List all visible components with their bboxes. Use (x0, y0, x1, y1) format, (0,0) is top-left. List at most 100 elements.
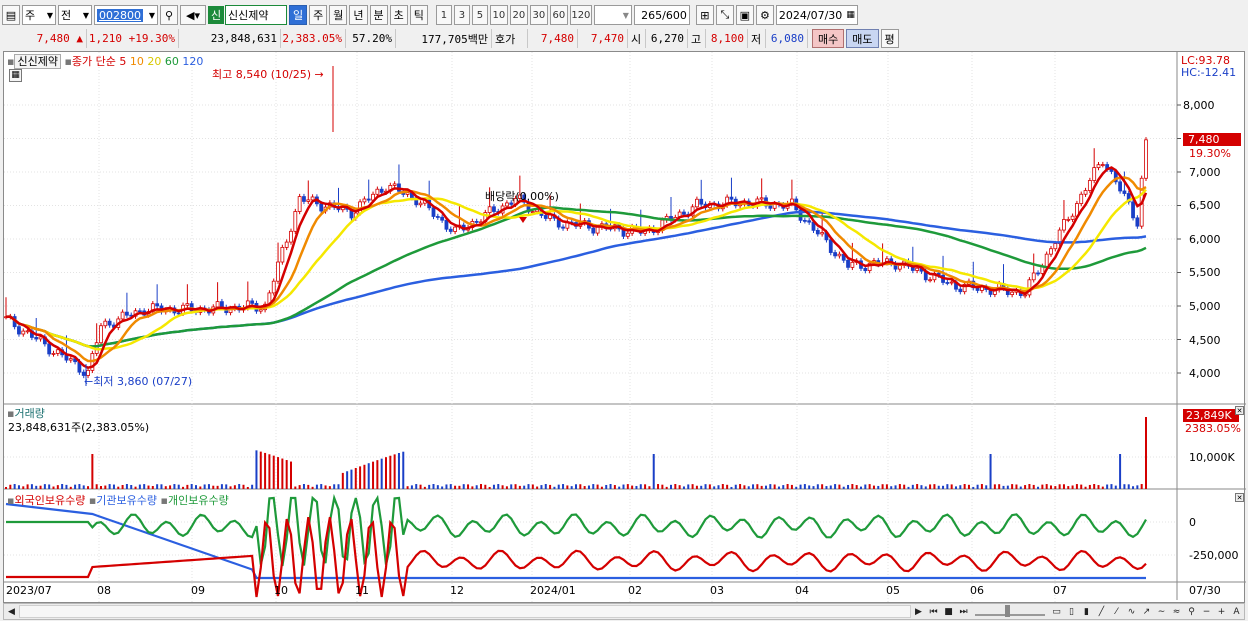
eval-button[interactable]: 평 (880, 29, 899, 48)
candle (1100, 164, 1105, 166)
interval-1[interactable]: 1 (435, 5, 452, 25)
horizontal-scrollbar[interactable]: ◀ ▶ ⏮ ■ ⏭ ▭ ▯ ▮ ╱ ⁄ ∿ ↗ ∼ ≈ ⚲ − + A (3, 603, 1245, 620)
date-input[interactable]: 2024/07/30 ▦ (775, 5, 858, 25)
ma120-line (5, 210, 1147, 348)
scroll-right-icon[interactable]: ▶ (911, 604, 926, 619)
period-year[interactable]: 년 (349, 5, 368, 25)
line-icon[interactable]: ≈ (1169, 604, 1184, 619)
line-icon[interactable]: ↗ (1139, 604, 1154, 619)
sell-button[interactable]: 매도 (846, 29, 879, 48)
volume-bar (108, 484, 111, 489)
volume-detail: 23,848,631주(2,383.05%) (8, 421, 150, 434)
candle (306, 199, 311, 202)
interval-3[interactable]: 3 (453, 5, 470, 25)
zoom-slider-thumb[interactable] (1005, 605, 1010, 617)
interval-120[interactable]: 120 (569, 5, 592, 25)
volume-bar (834, 484, 837, 489)
volume-bar (1132, 486, 1135, 489)
interval-60[interactable]: 60 (549, 5, 568, 25)
interval-20[interactable]: 20 (509, 5, 528, 25)
layout-icon[interactable]: ▤ (2, 5, 20, 25)
period-day[interactable]: 일 (289, 5, 308, 25)
stop-icon[interactable]: ■ (941, 604, 956, 619)
front-select[interactable]: 전 ▼ (58, 5, 92, 25)
search-icon[interactable]: ⚲ (160, 5, 178, 25)
interval-30[interactable]: 30 (529, 5, 548, 25)
volume-bar (501, 485, 504, 489)
table-icon[interactable]: ▦ (9, 69, 22, 82)
candle (1131, 201, 1135, 219)
volume-bar (855, 485, 858, 489)
volume-bar (847, 484, 850, 489)
line-icon[interactable]: ⁄ (1109, 604, 1124, 619)
minus-icon[interactable]: − (1199, 604, 1214, 619)
rewind-icon[interactable]: ⏮ (926, 604, 941, 619)
interval-custom-select[interactable]: ▼ (593, 5, 632, 25)
interval-10[interactable]: 10 (489, 5, 508, 25)
volume-tick: 10,000K (1189, 451, 1235, 464)
period-minute[interactable]: 분 (369, 5, 388, 25)
high-label: 고 (688, 29, 706, 48)
volume-bar (151, 486, 154, 489)
chevron-down-icon: ▼ (622, 10, 629, 20)
chart-canvas[interactable] (4, 52, 1246, 604)
interval-5[interactable]: 5 (471, 5, 488, 25)
volume-bar (346, 471, 349, 489)
close-panel-icon[interactable]: ✕ (1235, 493, 1244, 502)
chart-area[interactable]: ▪ 신신제약 ▪종가 단순 5 10 20 60 120 ▦ 최고 8,540 (… (3, 51, 1246, 604)
tools-icon[interactable]: ⊞ (695, 5, 714, 25)
gear-icon[interactable]: ⚙ (755, 5, 774, 25)
draw-icon[interactable]: ⤡ (715, 5, 734, 25)
candle (530, 211, 535, 214)
candle (1010, 291, 1015, 296)
volume-bar (769, 484, 772, 489)
shape-icon[interactable]: ▯ (1064, 604, 1079, 619)
volume-bar (665, 486, 668, 489)
candle (759, 197, 764, 200)
candle (682, 211, 686, 215)
zoom-slider[interactable] (975, 605, 1045, 617)
type-select[interactable]: 주 ▼ (22, 5, 56, 25)
legend-institution: 기관보유수량 (96, 494, 158, 507)
period-second[interactable]: 초 (389, 5, 408, 25)
save-icon[interactable]: ▣ (735, 5, 754, 25)
volume-bar (898, 484, 901, 489)
volume-bar (238, 484, 241, 489)
close-panel-icon[interactable]: ✕ (1235, 406, 1244, 415)
candle (17, 326, 21, 335)
candle (392, 183, 397, 186)
volume-bar (1140, 484, 1143, 489)
buy-button[interactable]: 매수 (812, 29, 845, 48)
shape-icon[interactable]: ▮ (1079, 604, 1094, 619)
candle (699, 198, 704, 205)
font-icon[interactable]: A (1229, 604, 1244, 619)
forward-icon[interactable]: ⏭ (956, 604, 971, 619)
period-week[interactable]: 주 (309, 5, 328, 25)
code-input[interactable]: 002800 ▼ (94, 5, 158, 25)
line-icon[interactable]: ∿ (1124, 604, 1139, 619)
volume-bar (1032, 484, 1035, 489)
count-input[interactable]: 265/600 (633, 5, 690, 25)
volume-bar (311, 486, 314, 489)
volume-bar (233, 485, 236, 489)
line-icon[interactable]: ╱ (1094, 604, 1109, 619)
scroll-track[interactable] (19, 605, 911, 618)
legend-individual: 개인보유수량 (167, 494, 229, 507)
period-month[interactable]: 월 (329, 5, 348, 25)
speaker-icon[interactable]: ◀▾ (180, 5, 206, 25)
period-tick[interactable]: 틱 (409, 5, 428, 25)
shape-icon[interactable]: ▭ (1049, 604, 1064, 619)
candle (25, 330, 30, 333)
volume-bar (13, 484, 16, 489)
volume-bar (592, 484, 595, 489)
line-icon[interactable]: ∼ (1154, 604, 1169, 619)
calendar-icon[interactable]: ▦ (846, 10, 855, 20)
scroll-left-icon[interactable]: ◀ (4, 604, 19, 619)
volume-bar (199, 486, 202, 489)
candle (293, 211, 298, 232)
magnifier-icon[interactable]: ⚲ (1184, 604, 1199, 619)
volume-bar (182, 486, 185, 489)
volume-bar (488, 486, 491, 489)
volume-bar (78, 484, 81, 489)
plus-icon[interactable]: + (1214, 604, 1229, 619)
